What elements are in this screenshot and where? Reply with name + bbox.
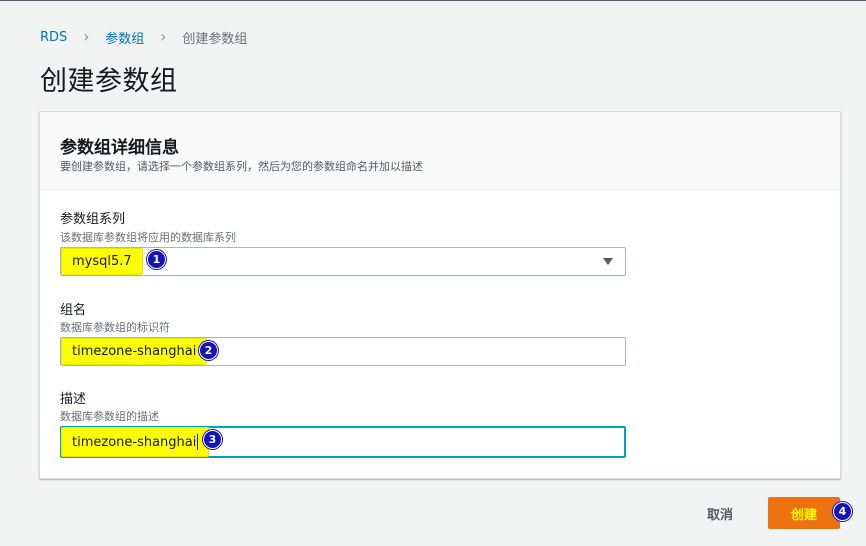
- breadcrumb-parameter-groups-link[interactable]: 参数组: [105, 28, 144, 47]
- breadcrumb: RDS › 参数组 › 创建参数组: [40, 27, 248, 47]
- family-hint: 该数据库参数组将应用的数据库系列: [60, 231, 236, 244]
- caret-down-icon[interactable]: [603, 258, 613, 265]
- group-name-input-value: timezone-shanghai: [61, 338, 208, 365]
- group-name-label: 组名: [60, 303, 87, 318]
- group-name-input[interactable]: timezone-shanghai: [60, 337, 626, 366]
- description-label: 描述: [60, 392, 87, 407]
- panel-header: 参数组详细信息 要创建参数组，请选择一个参数组系列，然后为您的参数组命名并加以描…: [40, 112, 840, 190]
- group-name-hint: 数据库参数组的标识符: [60, 321, 170, 334]
- breadcrumb-rds-link[interactable]: RDS: [40, 30, 67, 45]
- description-input[interactable]: timezone-shanghai: [60, 426, 626, 458]
- text-cursor: [197, 434, 199, 450]
- panel-description: 要创建参数组，请选择一个参数组系列，然后为您的参数组命名并加以描述: [60, 160, 423, 173]
- parameter-group-details-panel: 参数组详细信息 要创建参数组，请选择一个参数组系列，然后为您的参数组命名并加以描…: [39, 111, 841, 479]
- family-select-value: mysql5.7: [61, 248, 143, 275]
- panel-title: 参数组详细信息: [60, 138, 179, 158]
- step-badge-2: 2: [199, 341, 218, 360]
- chevron-right-icon: ›: [160, 27, 167, 46]
- page-title: 创建参数组: [40, 66, 178, 97]
- chevron-right-icon: ›: [83, 27, 90, 46]
- description-input-value: timezone-shanghai: [61, 427, 210, 457]
- step-badge-1: 1: [147, 250, 166, 269]
- create-parameter-group-page: RDS › 参数组 › 创建参数组 创建参数组 参数组详细信息 要创建参数组，请…: [0, 0, 866, 546]
- step-badge-4: 4: [833, 502, 852, 521]
- breadcrumb-current: 创建参数组: [182, 31, 248, 47]
- family-select[interactable]: mysql5.7: [60, 247, 626, 276]
- cancel-button[interactable]: 取消: [688, 498, 752, 528]
- description-hint: 数据库参数组的描述: [60, 410, 159, 423]
- family-label: 参数组系列: [60, 212, 126, 227]
- create-button[interactable]: 创建: [768, 497, 840, 529]
- step-badge-3: 3: [203, 430, 222, 449]
- description-input-text: timezone-shanghai: [72, 434, 197, 450]
